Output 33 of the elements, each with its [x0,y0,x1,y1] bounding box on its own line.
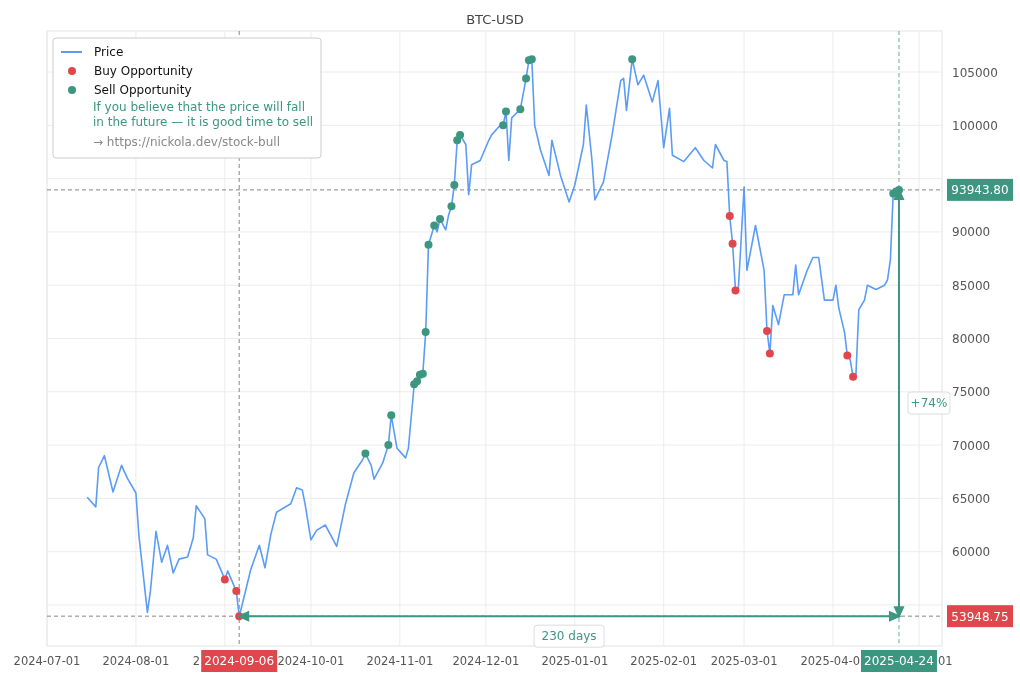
date-tag: 2025-04-24 [860,650,937,672]
axis-tick-label: 65000 [952,491,991,506]
annotation: 230 days [541,629,597,644]
axis-tick-label: 100000 [952,118,998,133]
legend-label: Buy Opportunity [94,64,193,78]
axis-tick-label: 2025-02-01 [630,654,698,668]
price-tag: 53948.75 [947,605,1013,628]
axis-tick-label: 2024-08-01 [102,654,170,668]
axis-tick-label: 01 [937,654,953,668]
chart-title: BTC-USD [466,12,524,27]
axis-tick-label: 2025-01-01 [541,654,609,668]
axis-tick-label: 75000 [952,385,991,400]
measure-label: 230 days [533,624,605,648]
axis-tick-label: 70000 [952,438,991,453]
axis-tick-label: 60000 [952,545,991,560]
date-tag: 2024-09-06 [201,650,278,672]
axis-tick-label: 2024-10-01 [277,654,345,668]
legend-label: Sell Opportunity [94,83,192,97]
measure-label: +74% [907,391,951,415]
legend-note: If you believe that the price will fall in the future — it is good time to sell [93,100,315,130]
axis-tick-label: 85000 [952,278,991,293]
axis-tick-label: 90000 [952,225,991,240]
axis-tick-label: 2025-04-0 [800,654,860,668]
axis-tick-label: 2024-07-01 [13,654,81,668]
axis-tick-label: 80000 [952,332,991,346]
axis-tick-label: 2024-12-01 [452,654,520,668]
axis-tick-label: 2024-11-01 [366,654,434,668]
axis-tick-label: 2025-03-01 [710,654,778,668]
legend-label: Price [94,45,124,59]
price-tag: 93943.80 [947,178,1013,201]
annotation: +74% [910,396,948,411]
axis-tick-label: 105000 [952,65,998,80]
axis-tick-label: 2 [192,654,201,668]
